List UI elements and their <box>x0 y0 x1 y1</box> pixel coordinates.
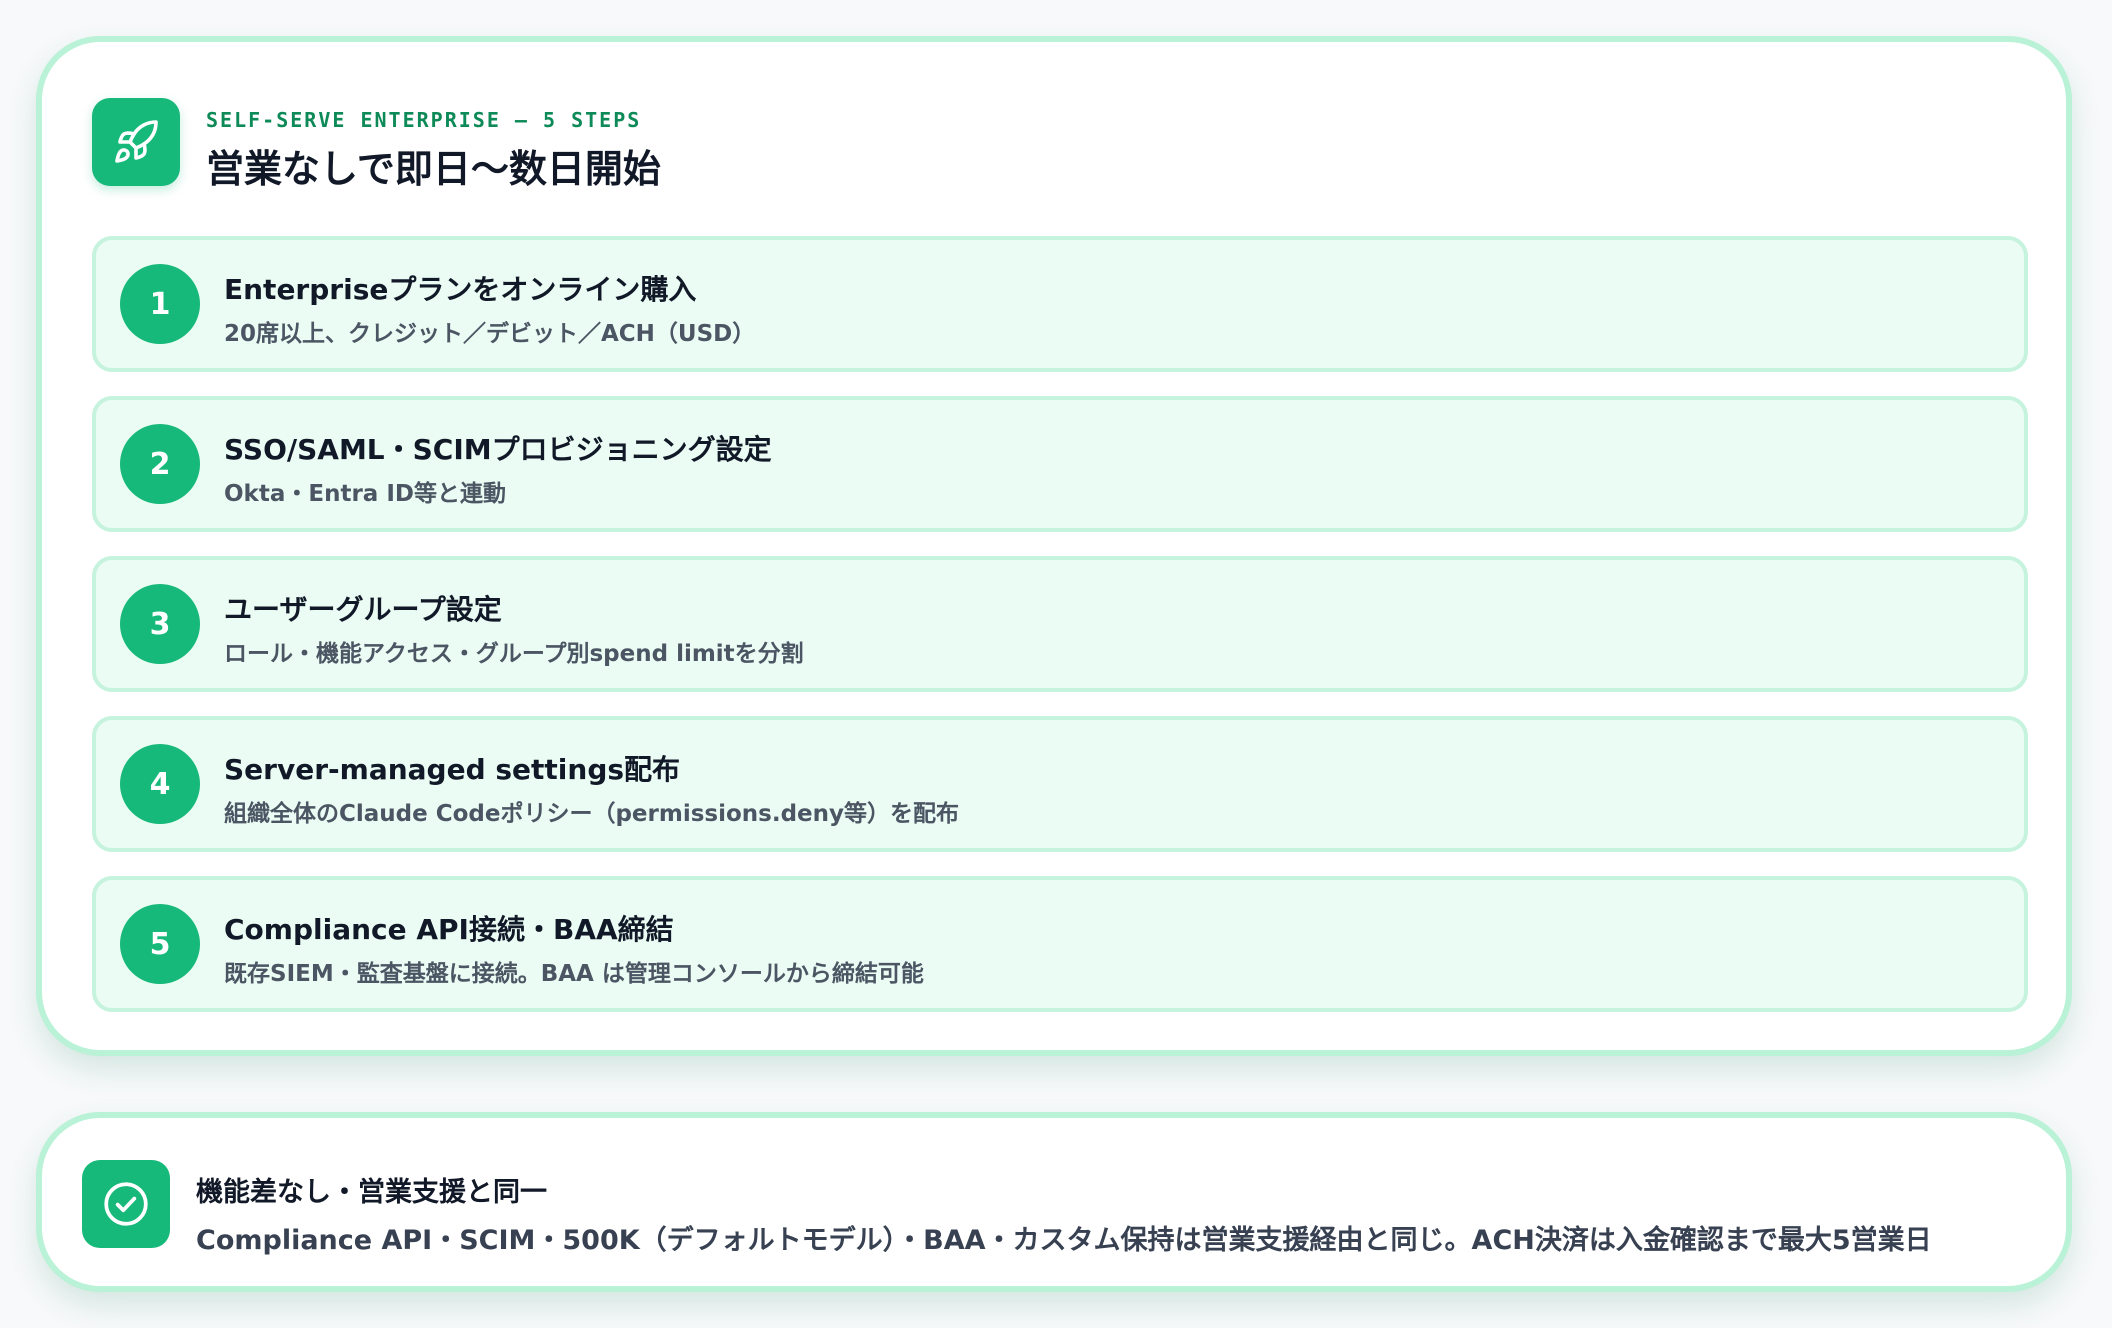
step-number-badge: 2 <box>120 424 200 504</box>
step-description: ロール・機能アクセス・グループ別spend limitを分割 <box>224 641 804 667</box>
parity-note-card: 機能差なし・営業支援と同一 Compliance API・SCIM・500K（デ… <box>36 1112 2072 1292</box>
rocket-icon <box>92 98 180 186</box>
check-circle-icon <box>82 1160 170 1248</box>
note-text: Compliance API・SCIM・500K（デフォルトモデル）・BAA・カ… <box>196 1225 1932 1256</box>
step-title: ユーザーグループ設定 <box>224 593 502 626</box>
steps-list: 1 Enterpriseプランをオンライン購入 20席以上、クレジット／デビット… <box>92 236 2028 1036</box>
step-item-3: 3 ユーザーグループ設定 ロール・機能アクセス・グループ別spend limit… <box>92 556 2028 692</box>
step-title: Compliance API接続・BAA締結 <box>224 913 674 946</box>
step-number-badge: 4 <box>120 744 200 824</box>
step-number-badge: 1 <box>120 264 200 344</box>
section-eyebrow: SELF-SERVE ENTERPRISE — 5 STEPS <box>206 108 642 132</box>
step-title: Enterpriseプランをオンライン購入 <box>224 273 697 306</box>
onboarding-steps-card: SELF-SERVE ENTERPRISE — 5 STEPS 営業なしで即日〜… <box>36 36 2072 1056</box>
step-item-1: 1 Enterpriseプランをオンライン購入 20席以上、クレジット／デビット… <box>92 236 2028 372</box>
step-description: 20席以上、クレジット／デビット／ACH（USD） <box>224 321 756 347</box>
step-number-badge: 5 <box>120 904 200 984</box>
step-title: SSO/SAML・SCIMプロビジョニング設定 <box>224 433 772 466</box>
step-description: 既存SIEM・監査基盤に接続。BAA は管理コンソールから締結可能 <box>224 961 924 987</box>
step-title: Server-managed settings配布 <box>224 753 681 786</box>
step-item-4: 4 Server-managed settings配布 組織全体のClaude … <box>92 716 2028 852</box>
step-item-2: 2 SSO/SAML・SCIMプロビジョニング設定 Okta・Entra ID等… <box>92 396 2028 532</box>
page-title: 営業なしで即日〜数日開始 <box>206 147 661 191</box>
step-number-badge: 3 <box>120 584 200 664</box>
step-item-5: 5 Compliance API接続・BAA締結 既存SIEM・監査基盤に接続。… <box>92 876 2028 1012</box>
step-description: Okta・Entra ID等と連動 <box>224 481 506 507</box>
step-description: 組織全体のClaude Codeポリシー（permissions.deny等）を… <box>224 801 960 827</box>
note-title: 機能差なし・営業支援と同一 <box>196 1177 547 1208</box>
